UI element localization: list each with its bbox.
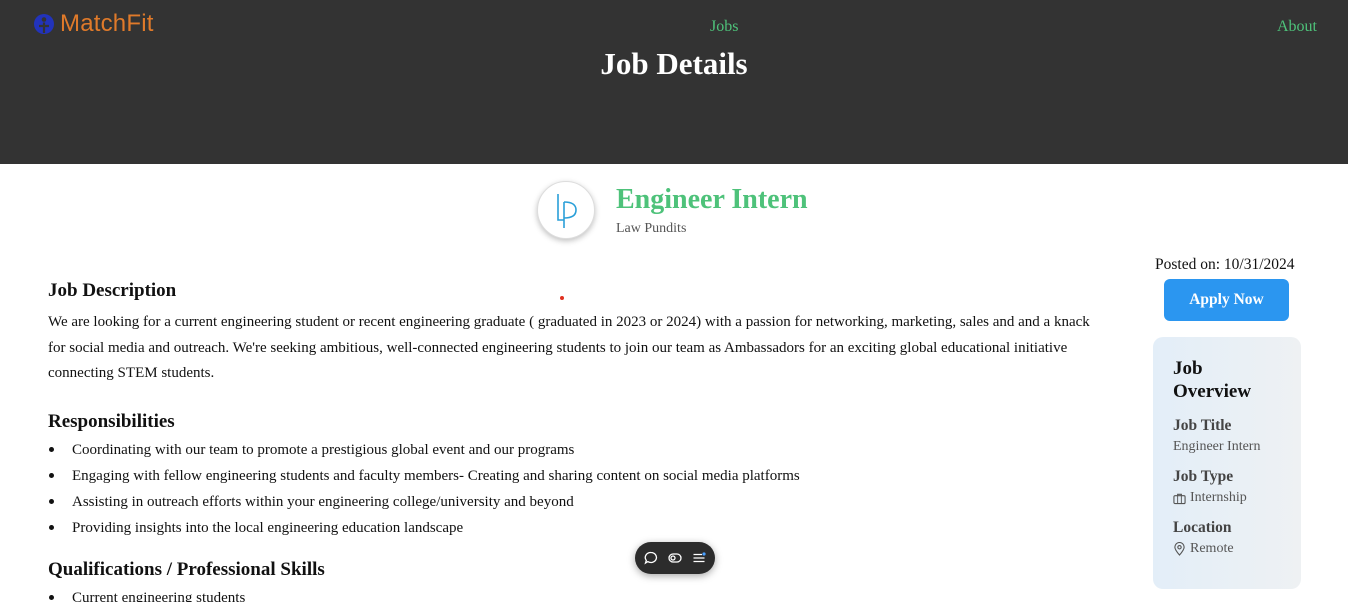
overview-heading: Job Overview (1173, 358, 1252, 402)
job-description: We are looking for a current engineering… (48, 314, 1090, 381)
brand-logo[interactable]: MatchFit (32, 10, 154, 38)
job-title-value-text: Engineer Intern (1173, 439, 1261, 454)
job-title-label: Job Title (1173, 417, 1232, 434)
job-type-value: Internship (1173, 490, 1283, 506)
brand-name: MatchFit (60, 10, 154, 37)
list-item: Coordinating with our team to promote a … (48, 437, 1098, 463)
list-item: Engaging with fellow engineering student… (48, 463, 1098, 489)
description-heading: Job Description (48, 280, 177, 301)
toggle-icon[interactable] (668, 551, 682, 565)
briefcase-icon (1173, 493, 1186, 504)
location-value: Remote (1173, 541, 1283, 557)
nav-about-link[interactable]: About (1277, 18, 1317, 36)
job-overview-card: Job Overview Job Title Engineer Intern J… (1153, 337, 1301, 589)
apply-now-button[interactable]: Apply Now (1164, 279, 1289, 321)
list-item: Providing insights into the local engine… (48, 515, 1098, 541)
top-header: MatchFit Jobs About Job Details (0, 0, 1348, 164)
responsibilities-heading: Responsibilities (48, 410, 175, 432)
company-logo (537, 181, 595, 239)
nav-jobs-link[interactable]: Jobs (710, 18, 738, 36)
map-pin-icon (1174, 542, 1185, 556)
location-value-text: Remote (1190, 541, 1234, 556)
responsibilities-list: Coordinating with our team to promote a … (48, 437, 1098, 541)
job-main-content: Job Description We are looking for a cur… (48, 280, 1098, 602)
matchfit-logo-icon (34, 14, 54, 34)
job-title-value: Engineer Intern (1173, 439, 1283, 455)
qualifications-list: Current engineering students (48, 585, 1098, 602)
job-title: Engineer Intern (616, 184, 808, 215)
company-name: Law Pundits (616, 221, 687, 236)
job-type-label: Job Type (1173, 468, 1234, 485)
floating-toolbar (635, 542, 715, 574)
job-type-value-text: Internship (1190, 490, 1247, 505)
list-item: Current engineering students (48, 585, 1098, 602)
law-pundits-logo (557, 194, 577, 228)
page-title: Job Details (600, 46, 748, 81)
menu-lines-icon[interactable] (692, 551, 706, 565)
location-label: Location (1173, 519, 1232, 536)
chat-bubble-icon[interactable] (644, 551, 658, 565)
posted-date: Posted on: 10/31/2024 (1155, 256, 1295, 273)
qualifications-heading: Qualifications / Professional Skills (48, 558, 325, 580)
list-item: Assisting in outreach efforts within you… (48, 489, 1098, 515)
